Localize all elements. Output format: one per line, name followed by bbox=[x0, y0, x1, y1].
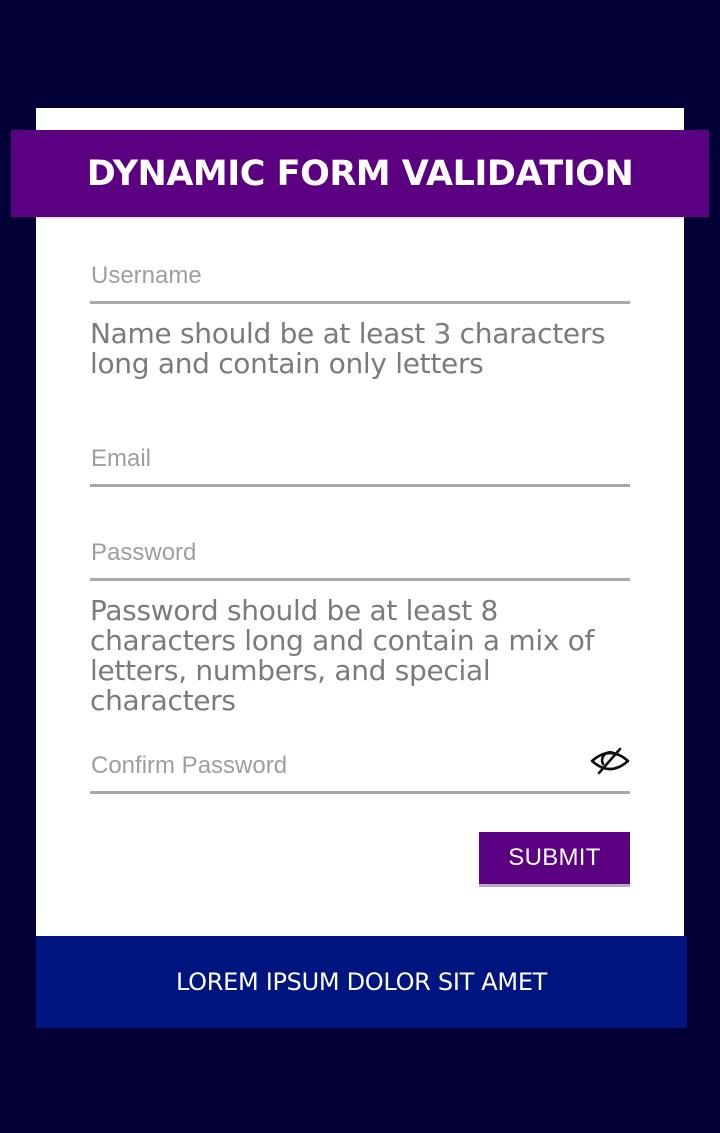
password-input[interactable] bbox=[90, 535, 630, 581]
email-input[interactable] bbox=[90, 441, 630, 487]
username-input[interactable] bbox=[90, 258, 630, 304]
username-error-message: Name should be at least 3 characters lon… bbox=[90, 317, 606, 380]
footer-text: LOREM IPSUM DOLOR SIT AMET bbox=[175, 968, 548, 996]
eye-slash-icon[interactable] bbox=[589, 745, 631, 777]
header-banner: DYNAMIC FORM VALIDATION bbox=[11, 130, 709, 217]
footer-bar: LOREM IPSUM DOLOR SIT AMET bbox=[36, 936, 687, 1028]
submit-button[interactable]: SUBMIT bbox=[479, 832, 630, 887]
password-error-message: Password should be at least 8 characters… bbox=[90, 594, 595, 717]
form-card bbox=[36, 108, 684, 936]
confirm-password-input[interactable] bbox=[90, 748, 630, 794]
page-title: DYNAMIC FORM VALIDATION bbox=[86, 153, 634, 194]
